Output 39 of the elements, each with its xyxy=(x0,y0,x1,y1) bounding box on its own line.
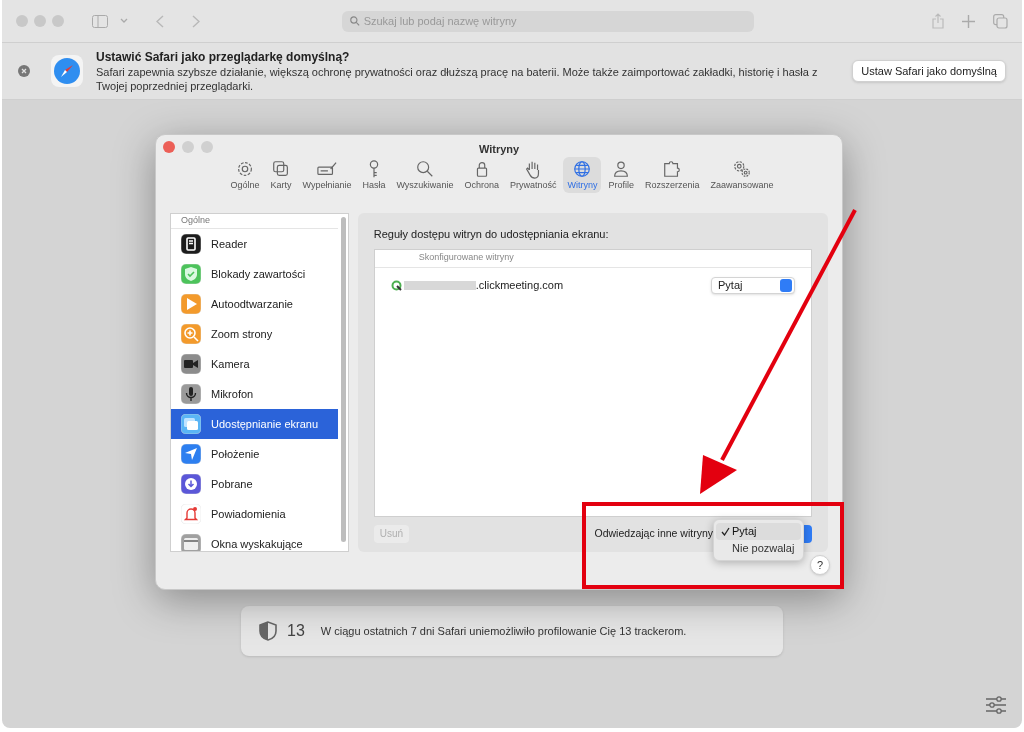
set-default-button[interactable]: Ustaw Safari jako domyślną xyxy=(852,60,1006,82)
toolbar-tab[interactable]: Ogólne xyxy=(226,157,264,193)
sidebar-item[interactable]: Okna wyskakujące xyxy=(171,529,338,551)
sidebar-item[interactable]: Położenie xyxy=(171,439,338,469)
toolbar-tab[interactable]: Witryny xyxy=(563,157,602,193)
sidebar-item[interactable]: Zoom strony xyxy=(171,319,338,349)
tracker-count: 13 xyxy=(287,621,305,641)
toolbar-tab[interactable]: Karty xyxy=(266,157,296,193)
other-sites-label: Odwiedzając inne witryny xyxy=(594,525,713,541)
site-setting-select[interactable]: Pytaj xyxy=(711,277,795,294)
menu-item[interactable]: Pytaj xyxy=(716,522,801,540)
address-input: Szukaj lub podaj nazwę witryny xyxy=(363,12,746,30)
sidebar-item[interactable]: Autoodtwarzanie xyxy=(171,289,338,319)
sidebar-item[interactable]: Kamera xyxy=(171,349,338,379)
sidebar-item[interactable]: Powiadomienia xyxy=(171,499,338,529)
toolbar-tab[interactable]: Wyszukiwanie xyxy=(392,157,458,193)
column-header: Skonfigurowane witryny xyxy=(418,251,514,265)
site-name: .clickmeeting.com xyxy=(475,278,564,294)
address-field[interactable]: Szukaj lub podaj nazwę witryny xyxy=(342,10,754,32)
section-header: Ogólne xyxy=(181,214,211,227)
sidebar-item[interactable]: Udostępnianie ekranu xyxy=(171,409,338,439)
help-button[interactable]: ? xyxy=(810,555,830,575)
sidebar-item[interactable]: Blokady zawartości xyxy=(171,259,338,289)
menu-item[interactable]: Nie pozwalaj xyxy=(716,539,801,557)
toolbar-tab[interactable]: Zaawansowane xyxy=(706,157,778,193)
toolbar-tab[interactable]: Prywatność xyxy=(505,157,561,193)
window-title: Witryny xyxy=(478,141,520,157)
banner-title: Ustawić Safari jako przeglądarkę domyślną? xyxy=(96,49,351,65)
sidebar-item[interactable]: Pobrane xyxy=(171,469,338,499)
privacy-report-text: W ciągu ostatnich 7 dni Safari uniemożliwiło profilowanie Cię 13 trackerom. xyxy=(320,623,687,639)
toolbar-tab[interactable]: Profile xyxy=(604,157,638,193)
toolbar-tab[interactable]: Wypełnianie xyxy=(298,157,356,193)
sidebar-item[interactable]: Mikrofon xyxy=(171,379,338,409)
toolbar-tab[interactable]: Rozszerzenia xyxy=(640,157,704,193)
toolbar-tab[interactable]: Hasła xyxy=(358,157,390,193)
toolbar-tab[interactable]: Ochrona xyxy=(460,157,503,193)
banner-text: Safari zapewnia szybsze działanie, większą ochronę prywatności oraz dłuższą pracę na baterii. Może także zaimportować zakładki, historię i hasła z Twojej poprzedniej przeglądarki. xyxy=(96,65,819,93)
panel-heading: Reguły dostępu witryn do udostępniania ekranu: xyxy=(373,227,610,242)
sidebar-item[interactable]: Reader xyxy=(171,229,338,259)
